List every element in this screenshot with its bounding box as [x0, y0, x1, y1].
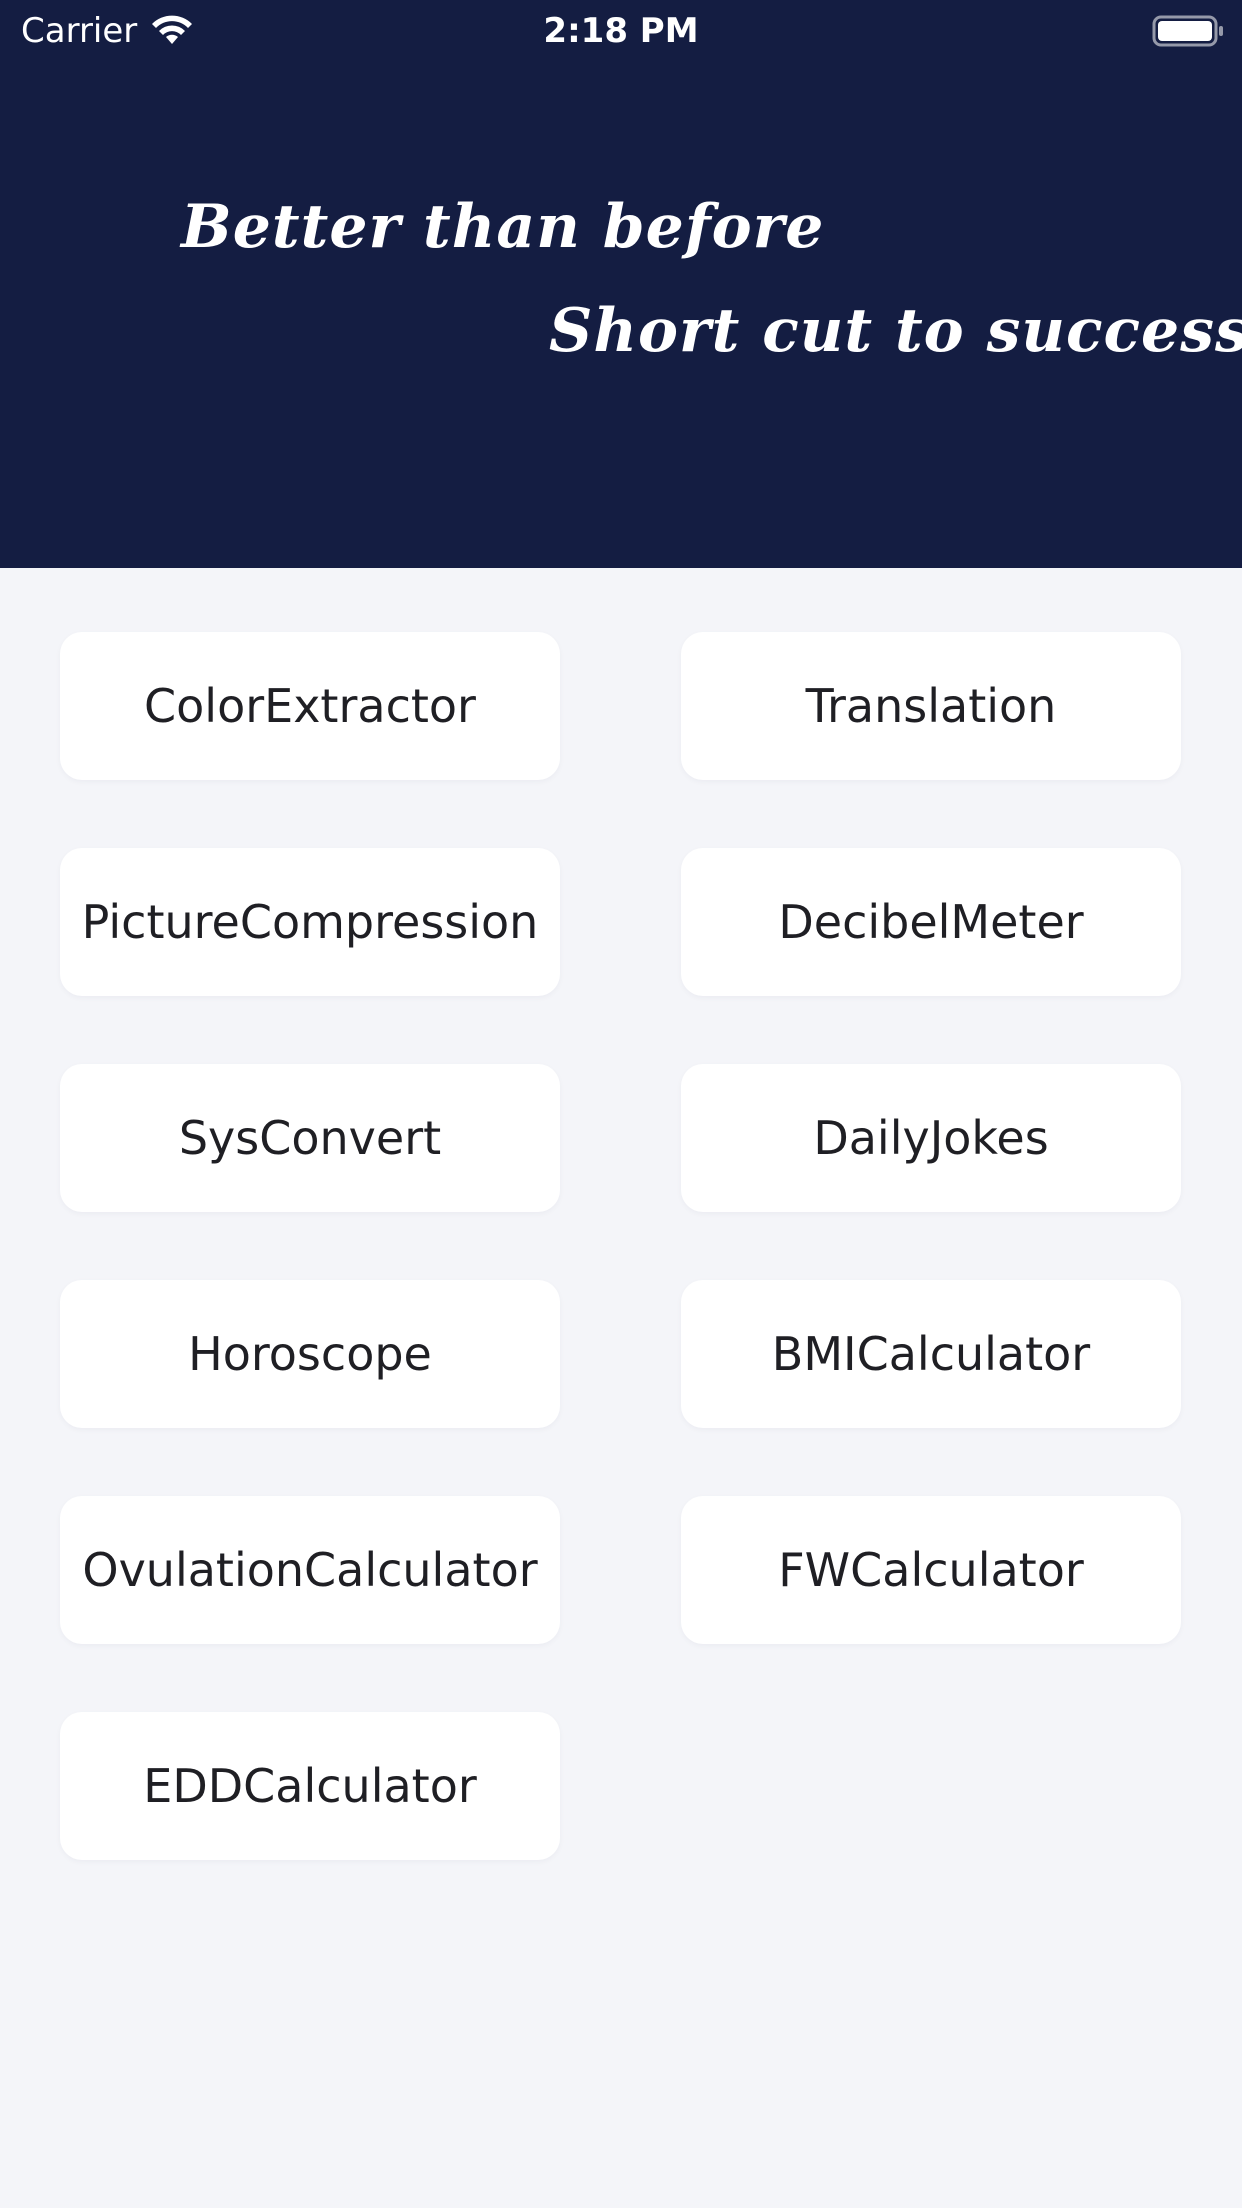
daily-jokes-button[interactable]: DailyJokes — [681, 1064, 1181, 1212]
horoscope-button[interactable]: Horoscope — [60, 1280, 560, 1428]
translation-button[interactable]: Translation — [681, 632, 1181, 780]
color-extractor-button[interactable]: ColorExtractor — [60, 632, 560, 780]
decibel-meter-button[interactable]: DecibelMeter — [681, 848, 1181, 996]
fw-calculator-button[interactable]: FWCalculator — [681, 1496, 1181, 1644]
status-time: 2:18 PM — [543, 11, 699, 51]
slogan-line-1: Better than before — [181, 192, 825, 262]
status-bar: Carrier 2:18 PM — [0, 0, 1242, 62]
ovulation-calculator-button[interactable]: OvulationCalculator — [60, 1496, 560, 1644]
sys-convert-button[interactable]: SysConvert — [60, 1064, 560, 1212]
picture-compression-button[interactable]: PictureCompression — [60, 848, 560, 996]
slogan-line-2: Short cut to success — [549, 296, 1242, 366]
bmi-calculator-button[interactable]: BMICalculator — [681, 1280, 1181, 1428]
header-banner: Carrier 2:18 PM Better than before Short… — [0, 0, 1242, 568]
battery-icon — [1152, 15, 1223, 47]
edd-calculator-button[interactable]: EDDCalculator — [60, 1712, 560, 1860]
